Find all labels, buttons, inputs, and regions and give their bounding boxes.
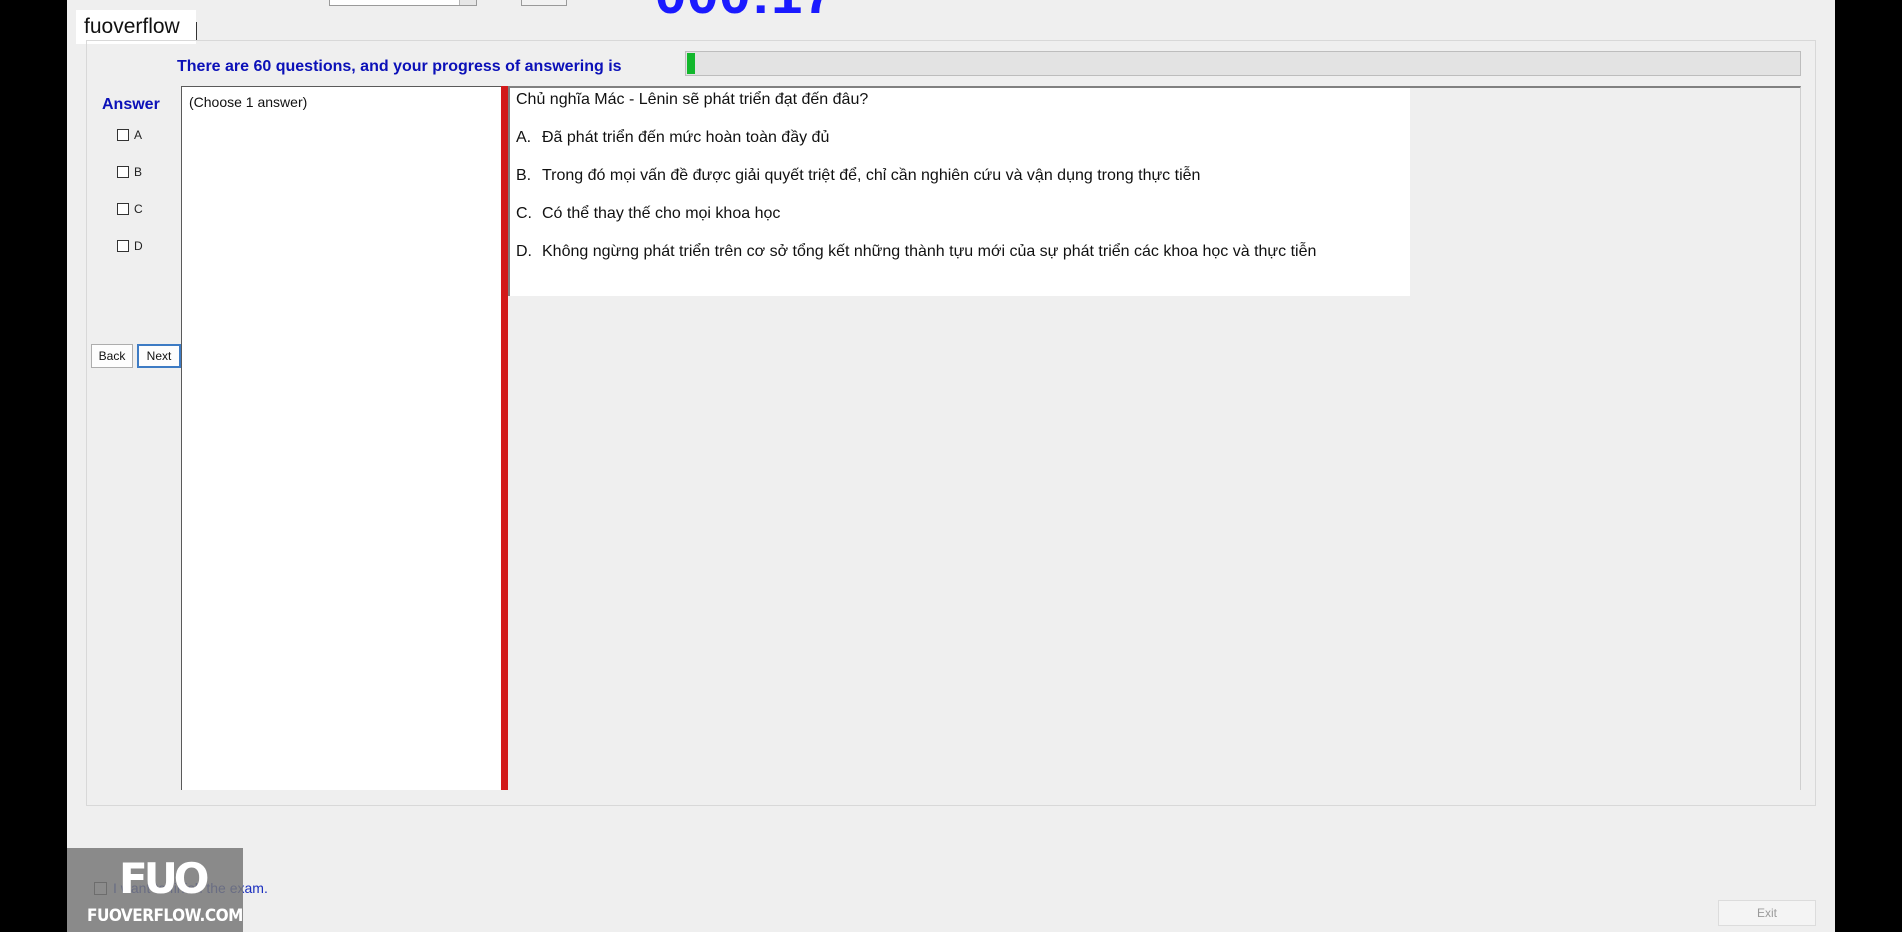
answer-option-label: B [134, 165, 143, 179]
question-text: Chủ nghĩa Mác - Lênin sẽ phát triển đạt … [516, 91, 869, 108]
choice-text: Có thể thay thế cho mọi khoa học [542, 205, 781, 222]
exit-button[interactable]: Exit [1718, 900, 1816, 926]
choice-letter: A. [516, 129, 532, 146]
next-button[interactable]: Next [137, 344, 181, 368]
question-choice-c: C. Có thể thay thế cho mọi khoa học [516, 205, 780, 223]
answer-option-a[interactable]: A [117, 128, 142, 142]
choose-answer-panel: (Choose 1 answer) [181, 86, 501, 790]
dropdown-arrow-icon[interactable] [459, 0, 476, 5]
progress-bar [685, 51, 1801, 76]
watermark-text: FUOVERFLOW.COM [87, 906, 243, 926]
watermark-logo: FUO [119, 854, 209, 903]
answer-option-label: C [134, 202, 143, 216]
checkbox-icon[interactable] [117, 203, 129, 215]
answer-option-b[interactable]: B [117, 165, 142, 179]
checkbox-icon[interactable] [117, 240, 129, 252]
choose-instruction: (Choose 1 answer) [189, 94, 308, 110]
brand-label: fuoverflow [76, 10, 196, 44]
text-caret [196, 22, 197, 41]
top-control[interactable] [521, 0, 567, 6]
top-dropdown[interactable] [329, 0, 477, 6]
exam-window: 000:17 fuoverflow There are 60 questions… [67, 0, 1835, 932]
answer-option-d[interactable]: D [117, 239, 143, 253]
question-choice-d: D. Không ngừng phát triển trên cơ sở tổn… [516, 243, 1316, 261]
checkbox-icon[interactable] [117, 129, 129, 141]
choice-text: Không ngừng phát triển trên cơ sở tổng k… [542, 243, 1317, 260]
answer-option-label: D [134, 239, 143, 253]
back-button[interactable]: Back [91, 344, 133, 368]
choice-letter: C. [516, 205, 532, 222]
question-choice-b: B. Trong đó mọi vấn đề được giải quyết t… [516, 167, 1200, 185]
choice-text: Trong đó mọi vấn đề được giải quyết triệ… [542, 167, 1201, 184]
choice-letter: D. [516, 243, 532, 260]
answer-label: Answer [102, 96, 160, 113]
timer: 000:17 [655, 0, 835, 22]
question-choice-a: A. Đã phát triển đến mức hoàn toàn đầy đ… [516, 129, 829, 147]
answer-option-c[interactable]: C [117, 202, 143, 216]
choice-text: Đã phát triển đến mức hoàn toàn đầy đủ [542, 129, 830, 146]
progress-text: There are 60 questions, and your progres… [177, 58, 622, 75]
watermark: FUO FUOVERFLOW.COM [67, 848, 243, 932]
progress-fill [687, 53, 695, 74]
answer-option-label: A [134, 128, 143, 142]
checkbox-icon[interactable] [117, 166, 129, 178]
choice-letter: B. [516, 167, 532, 184]
question-card: Chủ nghĩa Mác - Lênin sẽ phát triển đạt … [508, 88, 1410, 296]
divider-bar[interactable] [501, 86, 508, 790]
